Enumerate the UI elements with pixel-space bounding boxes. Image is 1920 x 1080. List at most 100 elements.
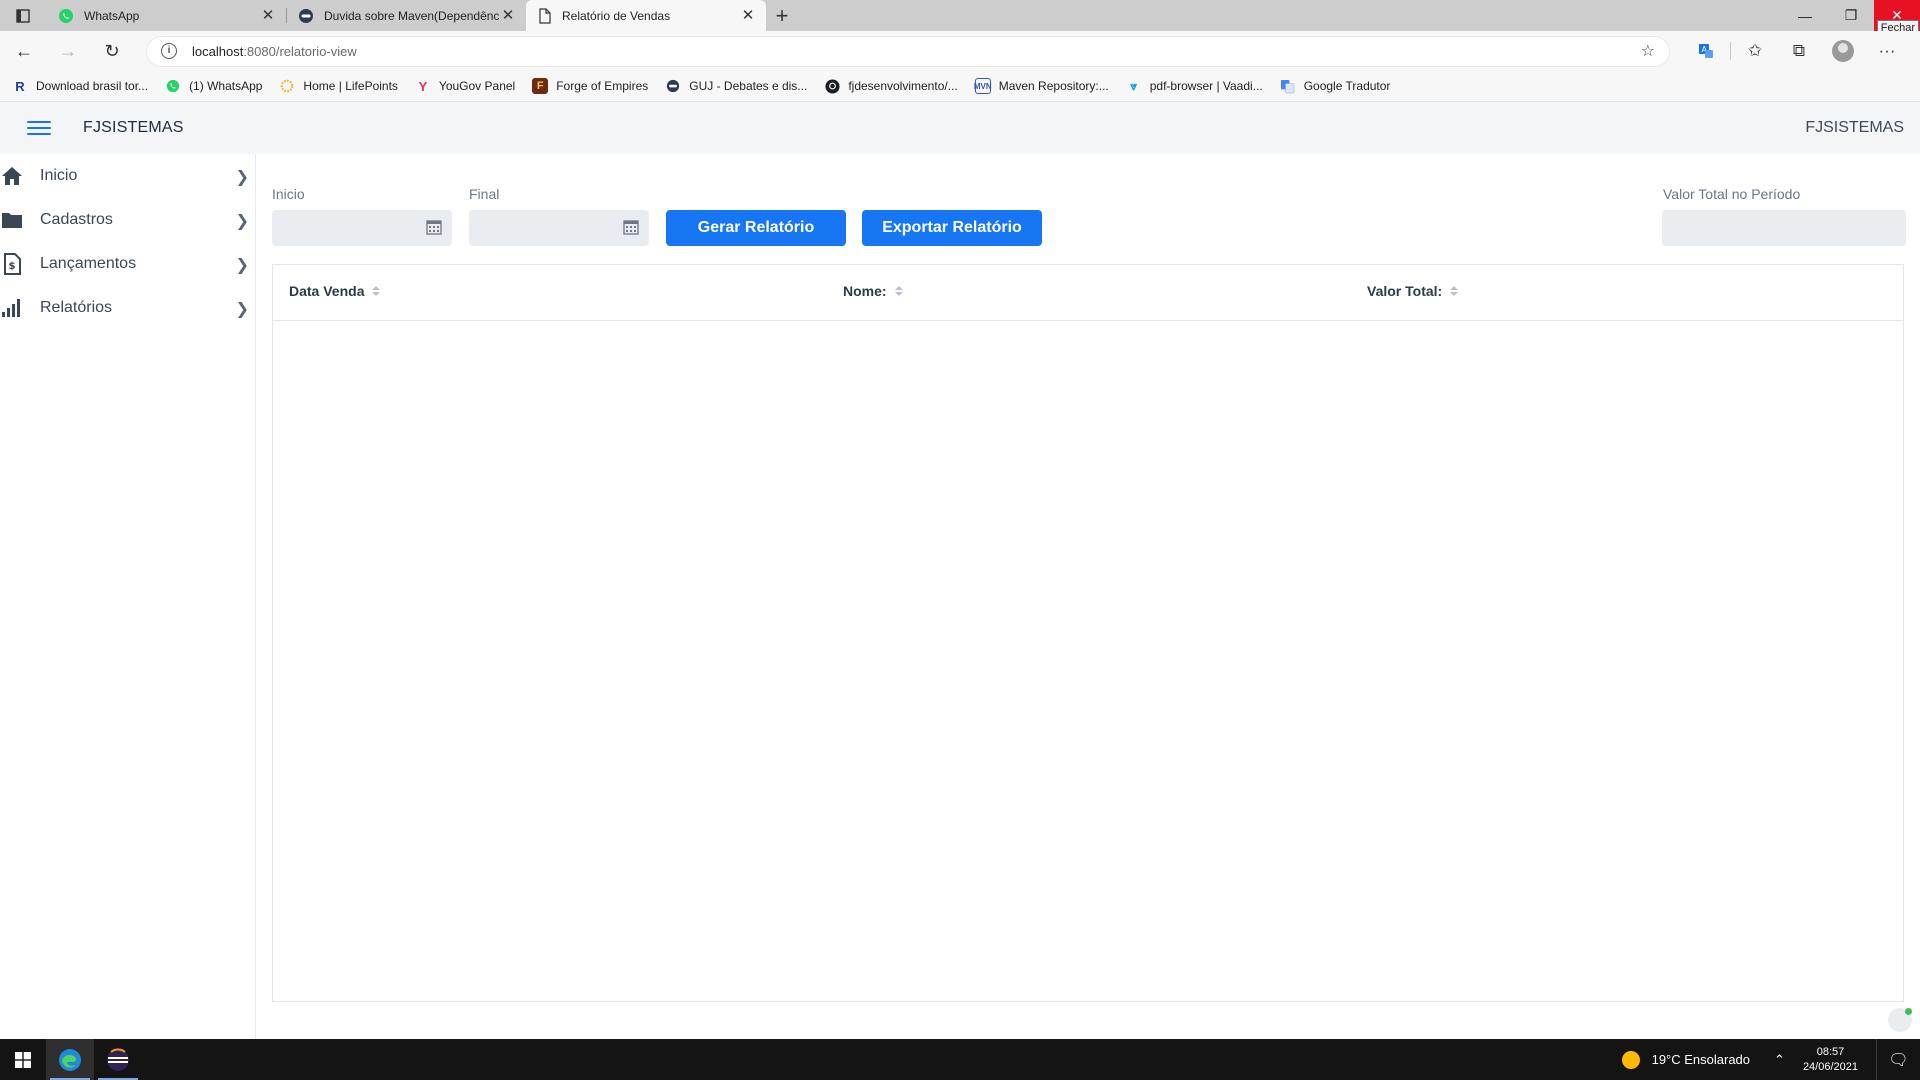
info-icon[interactable]: i	[161, 43, 177, 59]
sun-icon	[1621, 1050, 1640, 1069]
url-path: :8080/relatorio-view	[243, 43, 357, 59]
hamburger-icon-line	[27, 121, 51, 123]
favorites-button[interactable]: ✩	[1733, 35, 1777, 67]
translate-button[interactable]: A	[1684, 35, 1728, 67]
sidebar-item-lancamentos[interactable]: $ Lançamentos ❯	[0, 242, 255, 286]
windows-logo-icon	[15, 1051, 31, 1068]
calendar-icon[interactable]	[426, 219, 442, 235]
sidebar: Inicio ❯ Cadastros ❯ $ Lançamentos ❯ Rel…	[0, 154, 256, 1039]
forward-button[interactable]: →	[48, 35, 88, 67]
grid-body[interactable]	[273, 322, 1903, 1001]
bookmark-label: Home | LifePoints	[303, 79, 398, 93]
bookmark-item[interactable]: Home | LifePoints	[279, 78, 398, 94]
sales-report-grid: Data Venda Nome: Valor Total:	[272, 264, 1904, 1002]
forge-of-empires-icon: F	[532, 78, 549, 94]
chevron-right-icon: ❯	[235, 301, 249, 318]
start-button[interactable]	[0, 1039, 46, 1080]
start-date-label: Inicio	[272, 186, 305, 202]
weather-text[interactable]: 19°C Ensolarado	[1652, 1052, 1750, 1067]
restore-button[interactable]: ❐	[1828, 0, 1874, 31]
sidebar-item-inicio[interactable]: Inicio ❯	[0, 154, 255, 198]
close-icon[interactable]: ✕	[500, 7, 516, 24]
guj-icon	[299, 8, 313, 23]
reload-icon: ↻	[104, 40, 120, 61]
app-header: FJSISTEMAS FJSISTEMAS	[0, 102, 1920, 154]
bookmark-item[interactable]: fjdesenvolvimento/...	[824, 78, 958, 94]
bookmark-item[interactable]: MVN Maven Repository:...	[974, 78, 1109, 94]
sidebar-item-label: Inicio	[40, 167, 78, 184]
toolbar-divider	[1730, 42, 1731, 60]
bookmark-label: GUJ - Debates e dis...	[689, 79, 808, 93]
end-date-label: Final	[469, 186, 500, 202]
calendar-icon[interactable]	[623, 219, 639, 235]
column-header-nome[interactable]: Nome:	[843, 283, 903, 299]
bookmark-label: fjdesenvolvimento/...	[848, 79, 958, 93]
column-label: Data Venda	[289, 283, 365, 299]
tab-title: WhatsApp	[84, 8, 140, 23]
column-header-data-venda[interactable]: Data Venda	[289, 283, 381, 299]
chevron-up-icon[interactable]: ⌃	[1774, 1052, 1785, 1068]
browser-tab-relatorio[interactable]: Relatório de Vendas ✕	[526, 0, 766, 31]
taskbar-app-edge[interactable]	[46, 1039, 94, 1080]
address-bar[interactable]: i localhost:8080/relatorio-view ☆	[146, 35, 1670, 67]
total-period-field[interactable]	[1662, 210, 1906, 246]
bookmark-label: pdf-browser | Vaadi...	[1149, 79, 1263, 93]
clock[interactable]: 08:57 24/06/2021	[1803, 1045, 1858, 1075]
bookmark-item[interactable]: F Forge of Empires	[532, 78, 648, 94]
collections-button[interactable]: ⧉	[1777, 35, 1821, 67]
bookmark-label: Download brasil tor...	[36, 79, 149, 93]
taskbar-app-eclipse[interactable]	[94, 1039, 142, 1080]
back-button[interactable]: ←	[4, 35, 44, 67]
sort-icon[interactable]	[894, 286, 903, 296]
bookmark-label: Google Tradutor	[1303, 79, 1391, 93]
chevron-right-icon: ❯	[235, 213, 249, 230]
bookmark-item[interactable]: Y YouGov Panel	[415, 78, 516, 94]
browser-tab-guj[interactable]: Duvida sobre Maven(Dependência ✕	[286, 0, 526, 31]
tab-title: Relatório de Vendas	[562, 8, 671, 23]
new-tab-button[interactable]: +	[766, 0, 798, 31]
translate-icon: A	[1699, 44, 1713, 58]
minimize-button[interactable]: —	[1782, 0, 1828, 31]
home-icon	[0, 164, 24, 188]
bookmark-item[interactable]: Google Tradutor	[1280, 78, 1391, 94]
browser-tab-whatsapp[interactable]: WhatsApp ✕	[46, 0, 286, 31]
notification-center-button[interactable]: 🗨	[1876, 1039, 1920, 1080]
start-date-picker[interactable]	[272, 210, 452, 246]
sort-icon[interactable]	[372, 286, 381, 296]
url-host: localhost	[192, 43, 244, 59]
whatsapp-icon	[165, 78, 181, 94]
dev-tools-indicator[interactable]	[1888, 1008, 1912, 1032]
restore-icon: ❐	[1844, 7, 1858, 23]
more-button[interactable]: ···	[1865, 35, 1909, 67]
app-brand-right: FJSISTEMAS	[1805, 119, 1904, 136]
generate-report-button[interactable]: Gerar Relatório	[666, 210, 846, 246]
tab-actions-icon	[16, 8, 30, 23]
profile-button[interactable]	[1821, 35, 1865, 67]
url-text[interactable]: localhost:8080/relatorio-view	[192, 44, 1641, 59]
arrow-right-icon: →	[59, 40, 77, 61]
tab-actions-button[interactable]	[0, 0, 46, 31]
hamburger-icon-line	[27, 127, 51, 129]
close-icon[interactable]: ✕	[740, 7, 756, 24]
close-icon[interactable]: ✕	[260, 7, 276, 24]
export-report-button[interactable]: Exportar Relatório	[862, 210, 1042, 246]
bookmark-item[interactable]: R Download brasil tor...	[12, 78, 148, 94]
bookmark-label: Maven Repository:...	[998, 79, 1109, 93]
column-label: Valor Total:	[1367, 283, 1443, 299]
app-brand: FJSISTEMAS	[83, 119, 184, 136]
sort-icon[interactable]	[1450, 286, 1459, 296]
reload-button[interactable]: ↻	[92, 35, 132, 67]
bookmark-item[interactable]: GUJ - Debates e dis...	[665, 78, 807, 94]
sidebar-item-cadastros[interactable]: Cadastros ❯	[0, 198, 255, 242]
bookmark-item[interactable]: ⩔ pdf-browser | Vaadi...	[1126, 78, 1263, 94]
more-icon: ···	[1878, 41, 1896, 60]
total-period-label: Valor Total no Período	[1663, 186, 1801, 202]
add-favorite-icon[interactable]: ☆	[1641, 41, 1655, 61]
bookmark-item[interactable]: (1) WhatsApp	[165, 78, 262, 94]
hamburger-menu-button[interactable]	[27, 121, 51, 135]
grid-header: Data Venda Nome: Valor Total:	[273, 265, 1903, 321]
sidebar-item-relatorios[interactable]: Relatórios ❯	[0, 286, 255, 330]
end-date-picker[interactable]	[469, 210, 649, 246]
column-header-valor-total[interactable]: Valor Total:	[1367, 283, 1459, 299]
favorites-icon: ✩	[1747, 41, 1763, 60]
